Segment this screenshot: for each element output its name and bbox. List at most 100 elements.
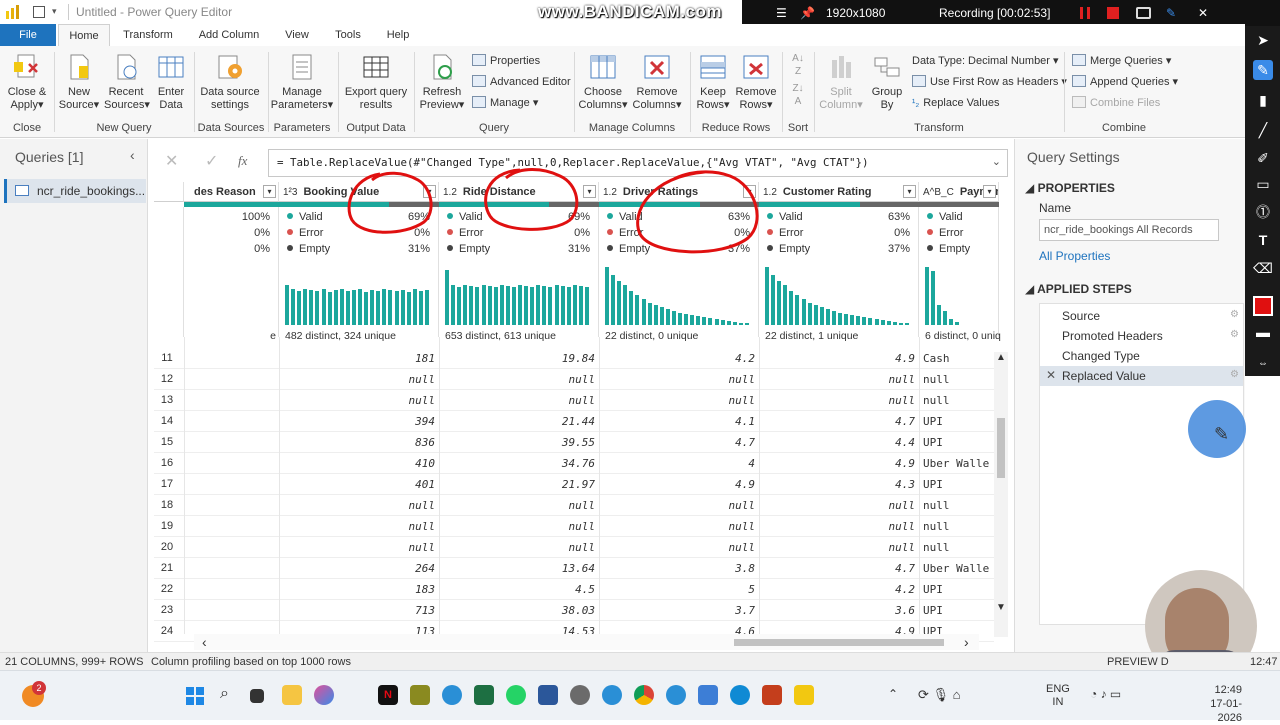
row-number[interactable]: 12: [154, 369, 180, 390]
distribution-bar[interactable]: [315, 291, 320, 325]
number-icon[interactable]: ⓵: [1253, 202, 1273, 222]
save-icon[interactable]: [33, 6, 45, 18]
remove-columns-button[interactable]: Remove Columns▾: [630, 52, 684, 112]
distribution-bar[interactable]: [831, 311, 836, 325]
cell-payment-method[interactable]: UPI: [923, 474, 997, 495]
distribution-bar[interactable]: [623, 285, 628, 325]
cell-booking-value[interactable]: 713: [279, 600, 439, 621]
brush-icon[interactable]: ✐: [1253, 148, 1273, 168]
distribution-bar[interactable]: [898, 323, 903, 325]
cell-booking-value[interactable]: 183: [279, 579, 439, 600]
column-header-payment-method[interactable]: A^B_CPayment Met▾: [919, 182, 999, 202]
distribution-bar[interactable]: [518, 285, 523, 325]
cell-payment-method[interactable]: UPI: [923, 411, 997, 432]
cell-payment-method[interactable]: UPI: [923, 579, 997, 600]
enter-data-button[interactable]: Enter Data: [152, 52, 190, 112]
chevron-down-icon[interactable]: ▾: [583, 185, 596, 198]
tab-transform[interactable]: Transform: [116, 24, 180, 46]
cell-driver-ratings[interactable]: 4.1: [599, 411, 759, 432]
remove-rows-button[interactable]: Remove Rows▾: [734, 52, 778, 112]
cell-driver-ratings[interactable]: 5: [599, 579, 759, 600]
table-row[interactable]: 12 null null null null null: [154, 369, 994, 390]
cell-driver-ratings[interactable]: 4.7: [599, 432, 759, 453]
cell-driver-ratings[interactable]: 4.2: [599, 348, 759, 369]
distribution-bar[interactable]: [617, 281, 622, 325]
cell-customer-rating[interactable]: null: [759, 516, 919, 537]
swap-icon[interactable]: ⇔: [1253, 354, 1273, 374]
scrollbar-horizontal[interactable]: ‹ ›: [194, 634, 979, 650]
distribution-bar[interactable]: [445, 270, 450, 325]
tab-file[interactable]: File: [0, 24, 56, 46]
distribution-bar[interactable]: [524, 286, 529, 325]
search-icon[interactable]: ⌕: [220, 685, 229, 703]
cell-ride-distance[interactable]: null: [439, 516, 599, 537]
task-view-icon[interactable]: [250, 689, 264, 703]
distribution-bar[interactable]: [382, 289, 387, 325]
distribution-bar[interactable]: [825, 309, 830, 325]
distribution-bar[interactable]: [653, 305, 658, 325]
cell-payment-method[interactable]: null: [923, 390, 997, 411]
distribution-bar[interactable]: [635, 295, 640, 325]
file-explorer-icon[interactable]: [282, 685, 302, 705]
column-header-driver-ratings[interactable]: 1.2 Driver Ratings ▾: [599, 182, 759, 202]
distribution-bar[interactable]: [566, 287, 571, 325]
distribution-bar[interactable]: [925, 267, 929, 325]
distribution-bar[interactable]: [351, 290, 356, 325]
distribution-bar[interactable]: [838, 313, 843, 325]
scroll-left-icon[interactable]: ‹: [202, 634, 207, 650]
cell-booking-value[interactable]: null: [279, 369, 439, 390]
distribution-bar[interactable]: [868, 318, 873, 325]
cell-ride-distance[interactable]: 19.84: [439, 348, 599, 369]
distribution-bar[interactable]: [720, 320, 725, 325]
scroll-h-thumb[interactable]: [734, 639, 944, 646]
cell-driver-ratings[interactable]: 3.8: [599, 558, 759, 579]
distribution-bar[interactable]: [418, 291, 423, 325]
cell-customer-rating[interactable]: 4.7: [759, 411, 919, 432]
commit-formula-icon[interactable]: ✓: [205, 151, 218, 171]
fx-icon[interactable]: fx: [238, 153, 247, 169]
edge-icon[interactable]: [730, 685, 750, 705]
app-icon-yellow[interactable]: [410, 685, 430, 705]
expand-formula-icon[interactable]: ⌄: [992, 155, 1001, 168]
table-row[interactable]: 18 null null null null null: [154, 495, 994, 516]
distribution-bar[interactable]: [339, 289, 344, 325]
scroll-up-icon[interactable]: ▲: [996, 352, 1006, 363]
distribution-bar[interactable]: [475, 287, 480, 325]
cell-reason[interactable]: [184, 558, 279, 579]
tab-tools[interactable]: Tools: [328, 24, 368, 46]
distribution-bar[interactable]: [807, 303, 812, 325]
cancel-formula-icon[interactable]: ✕: [165, 151, 178, 171]
cell-booking-value[interactable]: 181: [279, 348, 439, 369]
cell-booking-value[interactable]: 394: [279, 411, 439, 432]
excel-icon[interactable]: [474, 685, 494, 705]
cell-booking-value[interactable]: 836: [279, 432, 439, 453]
type-icon[interactable]: 1.2: [603, 187, 617, 198]
telegram-icon[interactable]: [442, 685, 462, 705]
chevron-down-icon[interactable]: ▾: [903, 185, 916, 198]
cell-ride-distance[interactable]: null: [439, 390, 599, 411]
tab-home[interactable]: Home: [58, 24, 110, 46]
query-item[interactable]: ncr_ride_bookings...: [4, 179, 146, 203]
network-icon[interactable]: ◔ ♪ ▭: [1090, 687, 1121, 701]
cell-reason[interactable]: [184, 432, 279, 453]
copilot-icon[interactable]: [314, 685, 334, 705]
pause-icon[interactable]: [1080, 7, 1090, 19]
scroll-thumb[interactable]: [997, 418, 1005, 478]
row-number[interactable]: 22: [154, 579, 180, 600]
distribution-bar[interactable]: [955, 322, 959, 325]
distribution-bar[interactable]: [388, 290, 393, 325]
cell-payment-method[interactable]: null: [923, 369, 997, 390]
rectangle-icon[interactable]: ▭: [1253, 174, 1273, 194]
cell-customer-rating[interactable]: 4.2: [759, 579, 919, 600]
type-icon[interactable]: 1.2: [443, 187, 457, 198]
sort-descending-button[interactable]: Z↓ A: [788, 82, 808, 108]
distribution-bar[interactable]: [463, 285, 468, 325]
step-replaced-value[interactable]: ✕ Replaced Value ⚙: [1040, 366, 1243, 386]
grid-corner[interactable]: [154, 182, 184, 202]
powerpoint-icon[interactable]: [762, 685, 782, 705]
distribution-bar[interactable]: [424, 290, 429, 325]
distribution-bar[interactable]: [671, 311, 676, 325]
cell-ride-distance[interactable]: null: [439, 495, 599, 516]
distribution-bar[interactable]: [358, 289, 363, 325]
pen-icon[interactable]: ✎: [1253, 60, 1273, 80]
